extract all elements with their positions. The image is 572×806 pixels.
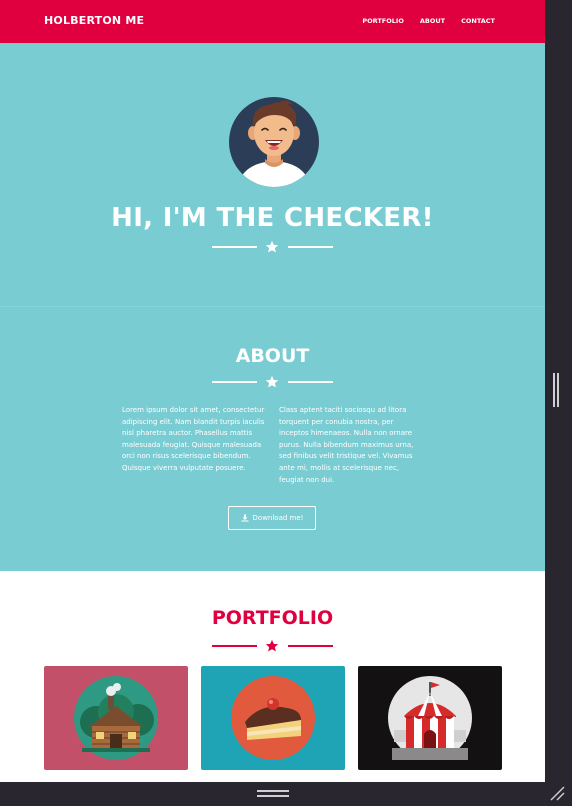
circus-tent-icon bbox=[388, 676, 472, 760]
hero-title: HI, I'M THE CHECKER! bbox=[111, 203, 434, 233]
about-section: ABOUT Lorem ipsum dolor sit amet, consec… bbox=[0, 306, 545, 572]
bottom-resize-handle[interactable] bbox=[257, 790, 289, 798]
nav-links: PORTFOLIO ABOUT CONTACT bbox=[362, 17, 495, 25]
brand-logo[interactable]: HOLBERTON ME bbox=[44, 14, 144, 27]
about-text-right: Class aptent taciti sociosqu ad litora t… bbox=[279, 406, 414, 484]
nav-link-about[interactable]: ABOUT bbox=[420, 17, 445, 25]
portfolio-card-cabin[interactable] bbox=[44, 666, 188, 770]
resize-grip-icon[interactable] bbox=[549, 785, 565, 801]
portfolio-card-cake[interactable] bbox=[201, 666, 345, 770]
download-icon bbox=[241, 514, 249, 522]
cabin-icon bbox=[74, 676, 158, 760]
nav-link-portfolio[interactable]: PORTFOLIO bbox=[362, 17, 404, 25]
portfolio-card-circus[interactable] bbox=[358, 666, 502, 770]
portfolio-divider bbox=[212, 639, 333, 653]
hero-divider bbox=[212, 240, 333, 254]
nav-link-contact[interactable]: CONTACT bbox=[461, 17, 495, 25]
scrollbar-handle[interactable] bbox=[553, 373, 559, 407]
avatar-icon bbox=[229, 97, 319, 187]
star-icon bbox=[265, 240, 279, 253]
navbar: HOLBERTON ME PORTFOLIO ABOUT CONTACT bbox=[0, 0, 545, 43]
about-text-left: Lorem ipsum dolor sit amet, consectetur … bbox=[122, 406, 265, 472]
about-divider bbox=[212, 375, 333, 389]
cake-icon bbox=[231, 676, 315, 760]
hero-section: HI, I'M THE CHECKER! bbox=[0, 43, 545, 306]
download-button[interactable]: Download me! bbox=[228, 506, 316, 530]
download-label: Download me! bbox=[252, 514, 304, 522]
star-icon bbox=[265, 639, 279, 652]
browser-viewport: HOLBERTON ME PORTFOLIO ABOUT CONTACT HI,… bbox=[0, 0, 545, 782]
portfolio-section: PORTFOLIO bbox=[0, 571, 545, 782]
portfolio-title: PORTFOLIO bbox=[211, 607, 334, 629]
about-title: ABOUT bbox=[235, 345, 310, 367]
star-icon bbox=[265, 375, 279, 388]
